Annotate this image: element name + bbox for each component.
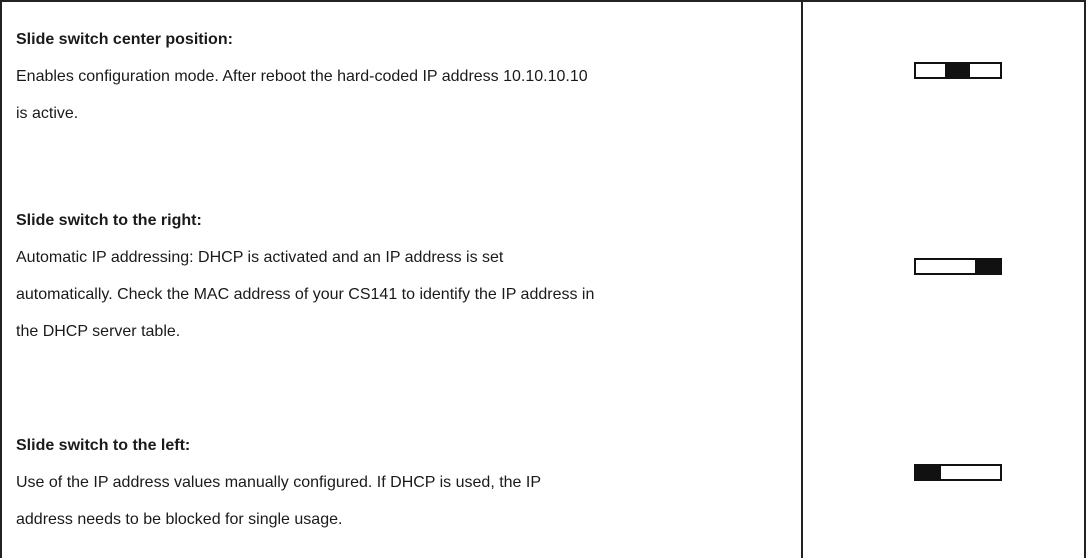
row-text-line: the DHCP server table. (16, 323, 181, 340)
table-column-divider (801, 2, 803, 558)
row-text-line: is active. (16, 105, 79, 122)
row-text-line: address needs to be blocked for single u… (16, 511, 343, 528)
slide-switch-center-icon (914, 62, 1002, 79)
switch-knob (916, 466, 941, 479)
row-text-line: automatically. Check the MAC address of … (16, 286, 595, 303)
switch-knob (945, 64, 970, 77)
row-text-line: Enables configuration mode. After reboot… (16, 68, 588, 85)
switch-position-table: Slide switch center position: Enables co… (0, 0, 1086, 558)
row-heading: Slide switch to the left: (16, 437, 191, 454)
table-border-left (0, 2, 2, 558)
switch-knob (975, 260, 1000, 273)
slide-switch-right-icon (914, 258, 1002, 275)
row-heading: Slide switch center position: (16, 31, 233, 48)
slide-switch-left-icon (914, 464, 1002, 481)
row-text-line: Automatic IP addressing: DHCP is activat… (16, 249, 504, 266)
row-text-line: Use of the IP address values manually co… (16, 474, 542, 491)
row-heading: Slide switch to the right: (16, 212, 202, 229)
